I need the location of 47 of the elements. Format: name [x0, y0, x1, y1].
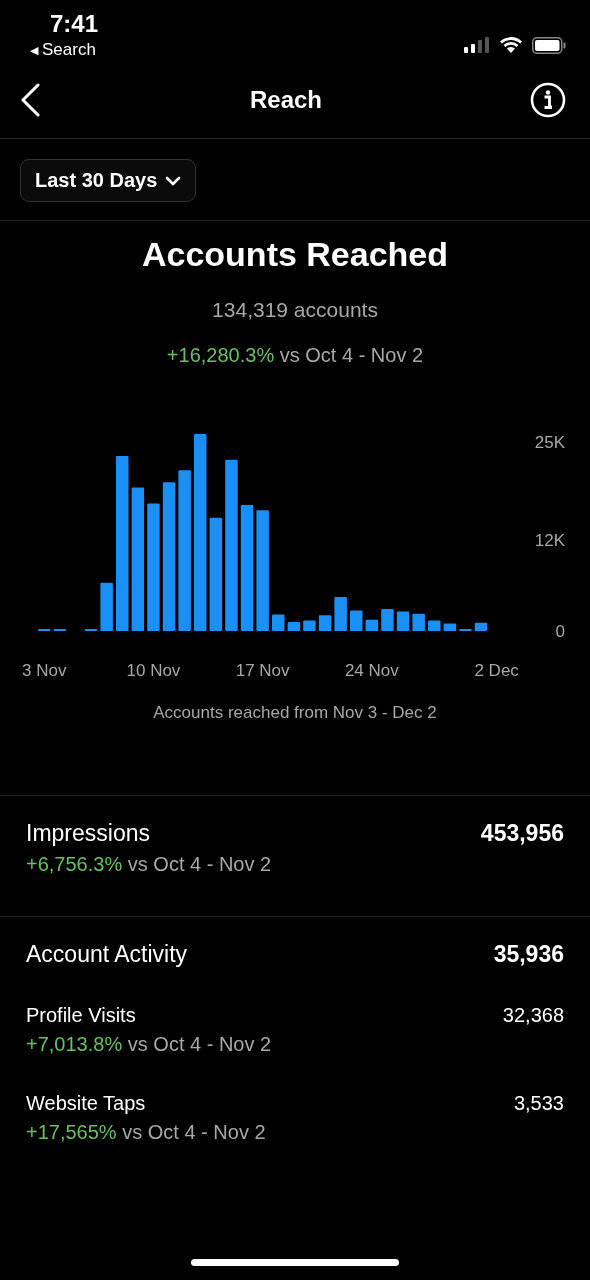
status-time: 7:41: [50, 10, 99, 38]
back-icon[interactable]: [20, 83, 42, 117]
metric-value: 32,368: [502, 1004, 564, 1027]
metric-value: 35,936: [493, 941, 564, 968]
date-range-dropdown[interactable]: Last 30 Days: [20, 159, 197, 202]
chart-bar: [334, 597, 347, 631]
chart-bar: [412, 613, 425, 631]
axis-label: 0: [555, 622, 565, 641]
chart-caption: Accounts reached from Nov 3 - Dec 2: [153, 703, 437, 723]
axis-label: 17 Nov: [235, 661, 290, 680]
accounts-count: 134,319 accounts: [212, 298, 378, 322]
metric-value: 453,956: [480, 820, 564, 847]
wifi-icon: [500, 37, 522, 53]
chart-bar: [381, 609, 394, 631]
axis-label: 25K: [534, 433, 565, 453]
chevron-down-icon: [165, 175, 182, 186]
change-text: +17,565% vs Oct 4 - Nov 2: [26, 1121, 267, 1144]
page-title: Reach: [249, 86, 322, 114]
battery-icon: [532, 36, 566, 54]
chart-bar: [318, 615, 332, 631]
info-icon[interactable]: [530, 82, 566, 118]
chart-bar: [443, 623, 457, 631]
back-to-app-link[interactable]: ◀ Search: [30, 40, 99, 60]
change-text: +7,013.8% vs Oct 4 - Nov 2: [26, 1033, 273, 1056]
metric-label: Impressions: [26, 820, 150, 847]
axis-label: 24 Nov: [344, 661, 399, 680]
signal-icon: [464, 37, 490, 53]
chart-bar: [303, 620, 316, 631]
axis-label: 3 Nov: [22, 661, 67, 680]
section-title: Accounts Reached: [141, 235, 449, 274]
metric-label: Website Taps: [26, 1092, 146, 1115]
chart-bar: [272, 614, 285, 631]
chart-bar: [350, 610, 363, 631]
metric-label: Profile Visits: [26, 1004, 136, 1027]
chart-bar: [365, 619, 379, 631]
chart-bar: [474, 622, 488, 631]
chart-bar: [287, 621, 301, 631]
axis-label: 10 Nov: [126, 661, 181, 680]
metric-value: 3,533: [513, 1092, 564, 1115]
change-text: +16,280.3% vs Oct 4 - Nov 2: [166, 344, 424, 367]
axis-label: 2 Dec: [474, 661, 519, 680]
axis-label: 12K: [534, 531, 565, 551]
change-text: +6,756.3% vs Oct 4 - Nov 2: [26, 853, 273, 876]
chart-bar: [396, 611, 410, 631]
chart-bar: [428, 620, 441, 631]
metric-label: Account Activity: [26, 941, 188, 968]
chart-bar: [100, 582, 113, 631]
